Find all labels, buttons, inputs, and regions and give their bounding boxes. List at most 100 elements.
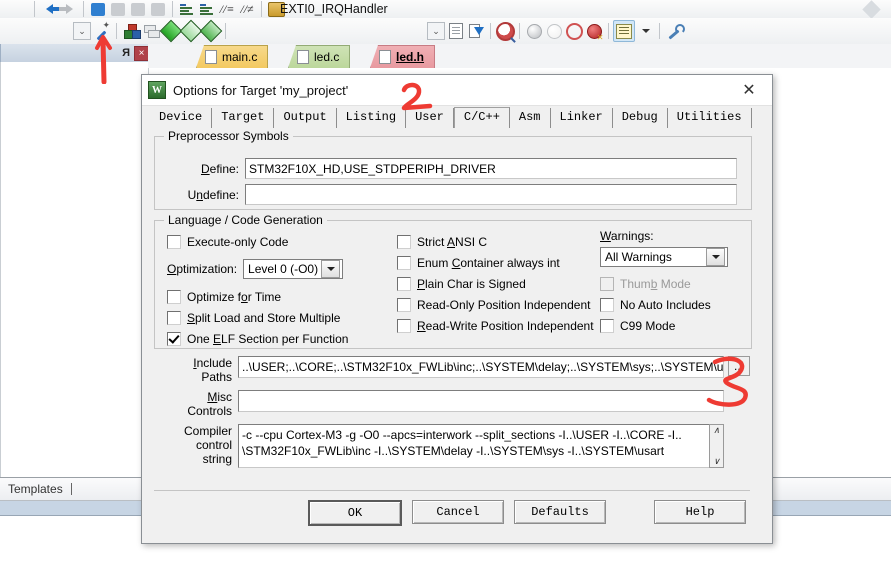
chevron-down-icon[interactable]: ⌄ [72, 21, 92, 41]
warnings-select[interactable]: All Warnings [600, 247, 728, 267]
checkbox-label: C99 Mode [620, 319, 676, 333]
tab-asm[interactable]: Asm [510, 108, 551, 128]
tab-c-cpp[interactable]: C/C++ [453, 107, 510, 129]
checkbox-plain-char-is-signed[interactable]: Plain Char is Signed [397, 277, 597, 291]
pin-icon[interactable]: Я [122, 47, 130, 59]
project-window-icon[interactable] [613, 20, 635, 42]
checkbox-optimize-for-time[interactable]: Optimize for Time [167, 290, 397, 304]
checkbox-split-load-and-store-multiple[interactable]: Split Load and Store Multiple [167, 311, 397, 325]
checkbox-box[interactable] [397, 319, 411, 333]
file-icon [205, 50, 217, 64]
magic-wand-icon[interactable] [92, 20, 112, 41]
uncomment-icon[interactable]: //≠ [237, 0, 257, 19]
checkbox-box[interactable] [167, 290, 181, 304]
tab-linker[interactable]: Linker [551, 108, 613, 128]
editor-tab-led-h[interactable]: led.h [370, 45, 436, 68]
optimization-select[interactable]: Level 0 (-O0) [243, 259, 344, 279]
build-target-icon[interactable] [121, 21, 141, 41]
indent-increase-icon[interactable] [177, 0, 197, 19]
bookmark-clear-icon[interactable] [148, 0, 168, 19]
checkbox-label: No Auto Includes [620, 298, 711, 312]
checkbox-box[interactable] [167, 235, 181, 249]
preprocessor-group-label: Preprocessor Symbols [164, 129, 293, 143]
tab-output[interactable]: Output [274, 108, 337, 128]
pencil-icon[interactable] [861, 0, 881, 19]
cancel-button[interactable]: Cancel [412, 500, 504, 524]
ball-error-icon[interactable] [584, 21, 604, 42]
ball-gray-icon[interactable] [524, 21, 544, 41]
bookmark-toggle-icon[interactable] [88, 0, 108, 19]
include-paths-browse-button[interactable]: ... [728, 356, 750, 376]
checkbox-box[interactable] [397, 256, 411, 270]
checkbox-box[interactable] [600, 298, 614, 312]
tab-debug[interactable]: Debug [613, 108, 668, 128]
back-arrow-icon[interactable] [39, 0, 60, 19]
checkbox-label: Thumb Mode [620, 277, 691, 291]
ball-white-icon[interactable] [544, 21, 564, 41]
download-icon[interactable] [179, 19, 203, 43]
checkbox-strict-ansi-c[interactable]: Strict ANSI C [397, 235, 597, 249]
checkbox-one-elf-section-per-function[interactable]: One ELF Section per Function [167, 332, 397, 346]
configure-icon[interactable] [664, 21, 685, 41]
checkbox-label: Split Load and Store Multiple [187, 311, 341, 325]
tab-device[interactable]: Device [150, 108, 213, 128]
toolbar-mid: ⌄ ⌄ [0, 18, 891, 45]
close-icon[interactable]: ✕ [732, 76, 766, 104]
install-pack-icon[interactable] [466, 21, 486, 41]
bookmark-prev-icon[interactable] [108, 0, 128, 19]
chevron-down-icon-2[interactable]: ⌄ [426, 21, 446, 41]
checkbox-no-auto-includes[interactable]: No Auto Includes [600, 298, 740, 312]
chevron-down-icon[interactable] [706, 248, 725, 266]
ball-ring-icon[interactable] [564, 21, 584, 41]
comment-icon[interactable]: //≡ [217, 0, 237, 19]
scroll-down-icon[interactable]: ∨ [713, 456, 720, 467]
checkbox-box[interactable] [397, 235, 411, 249]
checkbox-read-only-position-independent[interactable]: Read-Only Position Independent [397, 298, 597, 312]
current-function-label: EXTI0_IRQHandler [280, 2, 388, 16]
download-all-icon[interactable] [199, 19, 223, 43]
bookmark-next-icon[interactable] [128, 0, 148, 19]
editor-tab-label: led.c [314, 50, 340, 64]
checkbox-execute-only-code[interactable]: Execute-only Code [167, 235, 397, 249]
checkbox-enum-container-always-int[interactable]: Enum Container always int [397, 256, 597, 270]
define-input[interactable]: STM32F10X_HD,USE_STDPERIPH_DRIVER [245, 158, 737, 179]
include-paths-row: Include Paths ..\USER;..\CORE;..\STM32F1… [154, 356, 750, 386]
tab-templates[interactable]: Templates [0, 482, 71, 496]
toolbar-separator [490, 23, 491, 39]
checkbox-box[interactable] [167, 332, 181, 346]
defaults-button[interactable]: Defaults [514, 500, 606, 524]
checkbox-box[interactable] [397, 277, 411, 291]
debug-icon[interactable] [495, 21, 515, 41]
checkbox-read-write-position-independent[interactable]: Read-Write Position Independent [397, 319, 597, 333]
checkbox-c99-mode[interactable]: C99 Mode [600, 319, 740, 333]
undefine-label: Undefine: [187, 188, 239, 202]
tab-utilities[interactable]: Utilities [668, 108, 752, 128]
help-button[interactable]: Help [654, 500, 746, 524]
compiler-string-scrollbar[interactable]: ∧ ∨ [709, 424, 724, 468]
scroll-up-icon[interactable]: ∧ [713, 425, 720, 436]
checkbox-box[interactable] [167, 311, 181, 325]
batch-build-icon[interactable] [141, 21, 161, 41]
editor-tab-main-c[interactable]: main.c [196, 45, 269, 68]
checkbox-label: Read-Write Position Independent [417, 319, 594, 333]
misc-controls-label-line2: Controls [187, 404, 232, 418]
dropdown-caret-icon[interactable] [635, 21, 655, 41]
close-icon[interactable]: × [134, 45, 149, 61]
compiler-control-string-textarea[interactable]: -c --cpu Cortex-M3 -g -O0 --apcs=interwo… [238, 424, 724, 468]
ok-button[interactable]: OK [308, 500, 402, 526]
translate-icon[interactable] [159, 19, 183, 43]
tab-user[interactable]: User [406, 108, 454, 128]
checkbox-box[interactable] [397, 298, 411, 312]
chevron-down-icon[interactable] [321, 260, 341, 278]
indent-decrease-icon[interactable] [197, 0, 217, 19]
manage-project-icon[interactable] [446, 21, 466, 41]
forward-arrow-icon[interactable] [58, 0, 79, 19]
checkbox-box[interactable] [600, 319, 614, 333]
tab-target[interactable]: Target [212, 108, 275, 128]
misc-controls-input[interactable] [238, 390, 724, 412]
include-paths-input[interactable]: ..\USER;..\CORE;..\STM32F10x_FWLib\inc;.… [238, 356, 724, 378]
editor-tab-led-c[interactable]: led.c [288, 45, 351, 68]
tab-listing[interactable]: Listing [337, 108, 407, 128]
toolbar-separator [34, 1, 35, 17]
undefine-input[interactable] [245, 184, 737, 205]
